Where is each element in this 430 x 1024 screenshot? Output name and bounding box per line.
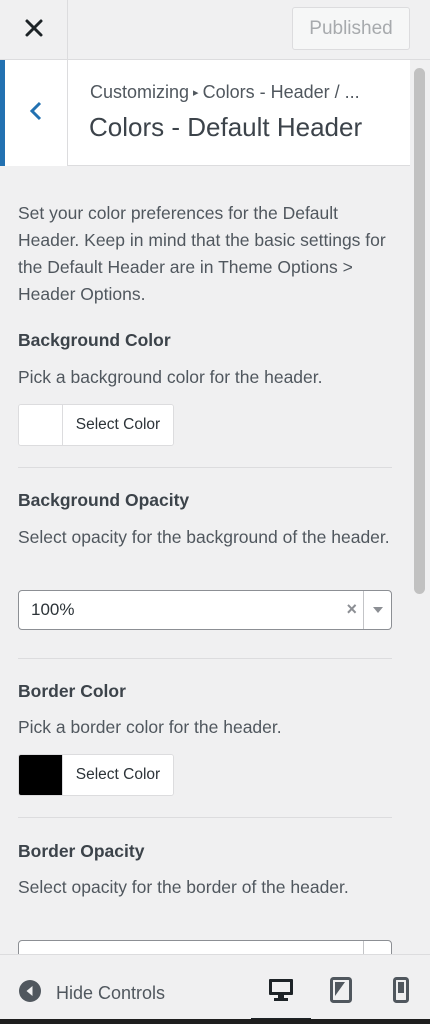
desktop-icon[interactable] xyxy=(265,975,297,1005)
border-color-title: Border Color xyxy=(18,681,126,701)
tablet-icon[interactable] xyxy=(325,975,357,1005)
chevron-left-icon xyxy=(28,100,44,127)
window-bottom-edge xyxy=(0,1019,430,1024)
border-color-desc: Pick a border color for the header. xyxy=(18,717,282,737)
controls-panel: Set your color preferences for the Defau… xyxy=(0,166,410,954)
border-color-picker-button[interactable]: Select Color xyxy=(18,754,174,796)
back-button[interactable] xyxy=(0,60,68,166)
hide-controls-button[interactable]: Hide Controls xyxy=(18,979,165,1008)
publish-button[interactable]: Published xyxy=(292,7,410,50)
scrollbar-thumb[interactable] xyxy=(414,68,425,594)
scrollbar[interactable] xyxy=(410,60,430,954)
customizer-header: Published xyxy=(0,0,430,60)
mobile-icon[interactable] xyxy=(385,975,417,1005)
collapse-arrow-icon xyxy=(18,979,42,1008)
breadcrumb-root: Customizing xyxy=(90,82,190,102)
border-color-select-label: Select Color xyxy=(63,755,173,795)
bg-opacity-select[interactable]: 100% × xyxy=(18,590,392,630)
dropdown-arrow-icon[interactable] xyxy=(363,591,391,629)
bg-color-picker-button[interactable]: Select Color xyxy=(18,404,174,446)
section-header: Customizing ▸ Colors - Header / ... Colors… xyxy=(0,60,410,166)
bg-color-title: Background Color xyxy=(18,330,171,350)
close-icon xyxy=(24,18,44,43)
border-color-swatch xyxy=(19,755,63,795)
divider xyxy=(18,467,392,468)
bg-opacity-title: Background Opacity xyxy=(18,490,190,510)
clear-icon[interactable]: × xyxy=(346,599,357,620)
border-opacity-desc: Select opacity for the border of the hea… xyxy=(18,877,349,897)
bg-opacity-value: 100% xyxy=(31,600,75,619)
breadcrumb: Customizing ▸ Colors - Header / ... xyxy=(90,82,360,103)
border-opacity-select[interactable] xyxy=(18,940,392,954)
section-title: Colors - Default Header xyxy=(89,112,363,142)
bg-color-select-label: Select Color xyxy=(63,405,173,445)
hide-controls-label: Hide Controls xyxy=(56,983,166,1003)
border-opacity-title: Border Opacity xyxy=(18,841,145,861)
divider xyxy=(18,658,392,659)
dropdown-arrow-icon[interactable] xyxy=(363,941,391,954)
section-description: Set your color preferences for the Defau… xyxy=(18,203,386,304)
breadcrumb-arrow-icon: ▸ xyxy=(193,87,199,99)
close-button[interactable] xyxy=(0,0,68,60)
bg-color-desc: Pick a background color for the header. xyxy=(18,367,323,387)
customizer-footer: Hide Controls xyxy=(0,954,430,1024)
bg-color-swatch xyxy=(19,405,63,445)
breadcrumb-child: Colors - Header / ... xyxy=(202,82,360,102)
divider xyxy=(18,817,392,818)
bg-opacity-desc: Select opacity for the background of the… xyxy=(18,527,390,547)
